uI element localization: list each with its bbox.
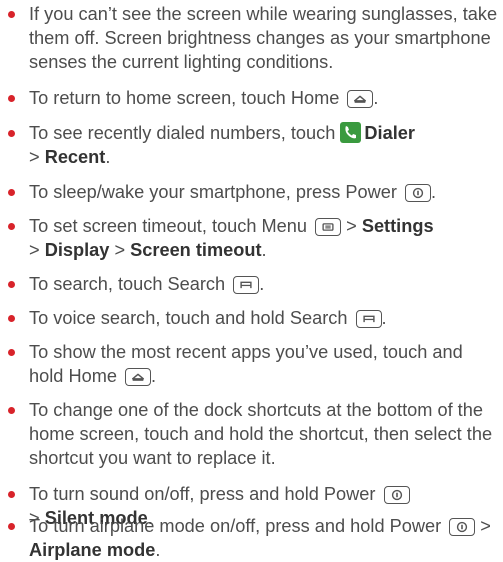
tip-text-content: To change one of the dock shortcuts at t… [29, 400, 493, 468]
dialer-app-icon [340, 122, 362, 143]
separator: > [109, 240, 131, 260]
tip-text: To show the most recent apps you’ve used… [29, 340, 499, 388]
bullet [8, 189, 15, 196]
tip-text: To set screen timeout, touch Menu > Sett… [29, 214, 499, 262]
separator: > [341, 216, 362, 236]
tip-text-content: To show the most recent apps you’ve used… [29, 342, 463, 386]
bullet [8, 315, 15, 322]
tip-text-end: . [105, 147, 111, 167]
separator: > [29, 240, 45, 260]
tip-text-end: . [261, 240, 267, 260]
bullet [8, 407, 15, 414]
tip-text-end: . [373, 88, 379, 108]
tip-text-content: To voice search, touch and hold Search [29, 308, 348, 328]
power-key-icon [449, 518, 476, 536]
screen-timeout-label: Screen timeout [130, 240, 262, 260]
tip-text-end: . [151, 366, 157, 386]
tip-text: To see recently dialed numbers, touch Di… [29, 121, 499, 169]
tip-text: If you can’t see the screen while wearin… [29, 2, 499, 74]
dialer-label: Dialer [364, 123, 415, 143]
bullet [8, 223, 15, 230]
power-key-icon [405, 184, 432, 202]
separator: > [29, 147, 45, 167]
power-key-icon [383, 486, 410, 504]
tip-text-content: To search, touch Search [29, 274, 226, 294]
menu-key-icon [315, 218, 342, 236]
home-key-icon [347, 90, 374, 108]
tip-text: To voice search, touch and hold Search . [29, 306, 499, 330]
tip-text: To change one of the dock shortcuts at t… [29, 398, 499, 470]
tip-text-end: . [381, 308, 387, 328]
tip-text: To search, touch Search . [29, 272, 499, 296]
tip-text-content: To see recently dialed numbers, touch [29, 123, 341, 143]
tip-text-end: . [259, 274, 265, 294]
search-key-icon [233, 276, 260, 294]
bullet [8, 523, 15, 530]
tip-text-end: . [155, 540, 161, 560]
recent-label: Recent [44, 147, 106, 167]
settings-label: Settings [361, 216, 434, 236]
home-key-icon [125, 368, 152, 386]
tip-text-content: To set screen timeout, touch Menu [29, 216, 308, 236]
bullet [8, 349, 15, 356]
tip-text: To sleep/wake your smartphone, press Pow… [29, 180, 499, 204]
tip-text-content: To return to home screen, touch Home [29, 88, 340, 108]
airplane-mode-label: Airplane mode [29, 540, 156, 560]
tip-text-content: To sleep/wake your smartphone, press Pow… [29, 182, 397, 202]
separator: > [475, 516, 491, 536]
tip-text-content: To turn airplane mode on/off, press and … [29, 516, 442, 536]
tip-text-content: To turn sound on/off, press and hold Pow… [29, 484, 376, 504]
bullet [8, 491, 15, 498]
bullet [8, 130, 15, 137]
display-label: Display [44, 240, 110, 260]
bullet [8, 281, 15, 288]
tip-text: To return to home screen, touch Home . [29, 86, 499, 110]
tip-text-content: If you can’t see the screen while wearin… [29, 4, 498, 72]
bullet [8, 11, 15, 18]
tip-text-end: . [431, 182, 437, 202]
search-key-icon [355, 310, 382, 328]
bullet [8, 95, 15, 102]
tip-text: To turn airplane mode on/off, press and … [29, 514, 499, 562]
